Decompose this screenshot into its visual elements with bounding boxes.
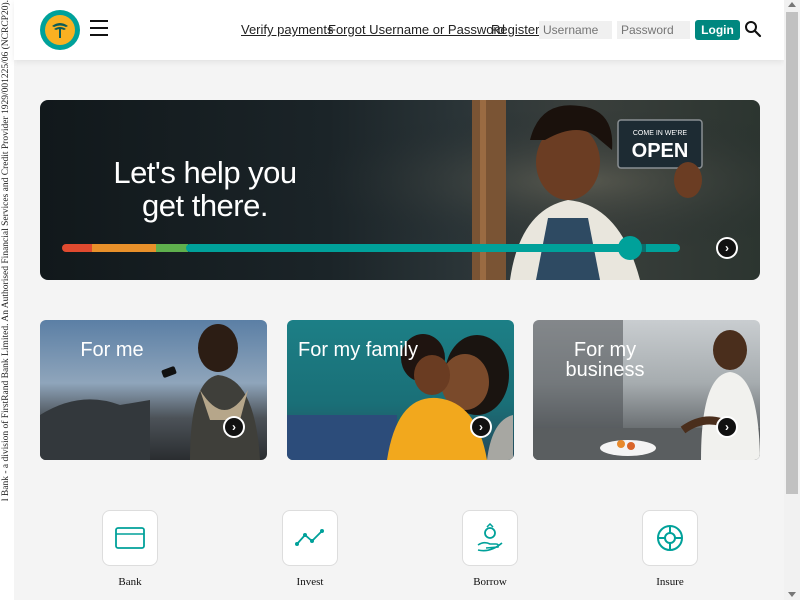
card-for-my-business-title: For my business	[565, 339, 645, 381]
search-icon[interactable]	[744, 20, 762, 38]
service-insure-label: Insure	[656, 576, 684, 588]
scroll-down-arrow-icon[interactable]	[788, 592, 796, 597]
service-insure-tile[interactable]	[642, 510, 698, 566]
service-bank-tile[interactable]	[102, 510, 158, 566]
hand-ring-icon	[477, 523, 503, 552]
service-invest-label: Invest	[296, 576, 324, 588]
service-insure[interactable]: Insure	[630, 510, 710, 588]
forgot-credentials-link[interactable]: Forgot Username or Password	[328, 22, 505, 37]
service-borrow-label: Borrow	[473, 576, 507, 588]
hero-title: Let's help you get there.	[113, 155, 297, 223]
hero-next-button[interactable]: ›	[716, 237, 738, 259]
arrow-right-icon: ›	[225, 418, 243, 436]
legal-disclaimer-text: l Bank - a division of FirstRand Bank Li…	[1, 0, 11, 502]
username-input[interactable]	[539, 21, 612, 39]
card-icon	[115, 527, 145, 549]
card-for-my-family[interactable]: For my family ›	[287, 320, 514, 460]
logo-tree-icon	[45, 15, 75, 45]
fnb-logo[interactable]	[40, 10, 80, 50]
lifebuoy-icon	[657, 525, 683, 551]
hero-sign-small: COME IN WE'RE	[633, 130, 688, 137]
card-for-me-title: For me	[80, 339, 144, 361]
service-bank-label: Bank	[118, 576, 142, 588]
service-invest-tile[interactable]	[282, 510, 338, 566]
arrow-right-icon: ›	[718, 418, 736, 436]
service-borrow[interactable]: Borrow	[450, 510, 530, 588]
hero-progress-bar	[62, 244, 680, 252]
arrow-right-icon: ›	[718, 239, 736, 257]
card-for-my-family-title: For my family	[298, 339, 418, 361]
card-for-me[interactable]: For me ›	[40, 320, 267, 460]
card-for-my-family-arrow[interactable]: ›	[470, 416, 492, 438]
service-borrow-tile[interactable]	[462, 510, 518, 566]
scrollbar-thumb[interactable]	[786, 12, 798, 494]
hero-sign-big: OPEN	[632, 140, 689, 162]
service-invest[interactable]: Invest	[270, 510, 350, 588]
login-button[interactable]: Login	[695, 20, 740, 40]
arrow-right-icon: ›	[472, 418, 490, 436]
verify-payments-link[interactable]: Verify payments	[241, 22, 334, 37]
chart-line-icon	[295, 529, 324, 546]
service-bank[interactable]: Bank	[90, 510, 170, 588]
hamburger-menu-icon[interactable]	[90, 20, 108, 36]
register-link[interactable]: Register	[491, 22, 539, 37]
hero-progress-handle[interactable]	[618, 236, 642, 260]
card-for-my-business-arrow[interactable]: ›	[716, 416, 738, 438]
site-header: Verify payments Forgot Username or Passw…	[14, 0, 784, 60]
hero-banner: COME IN WE'RE OPEN Let's help you get th…	[40, 100, 760, 280]
password-input[interactable]	[617, 21, 690, 39]
legal-disclaimer-strip: l Bank - a division of FirstRand Bank Li…	[0, 0, 14, 600]
scroll-up-arrow-icon[interactable]	[788, 2, 796, 7]
card-for-me-arrow[interactable]: ›	[223, 416, 245, 438]
card-for-my-business[interactable]: For my business ›	[533, 320, 760, 460]
